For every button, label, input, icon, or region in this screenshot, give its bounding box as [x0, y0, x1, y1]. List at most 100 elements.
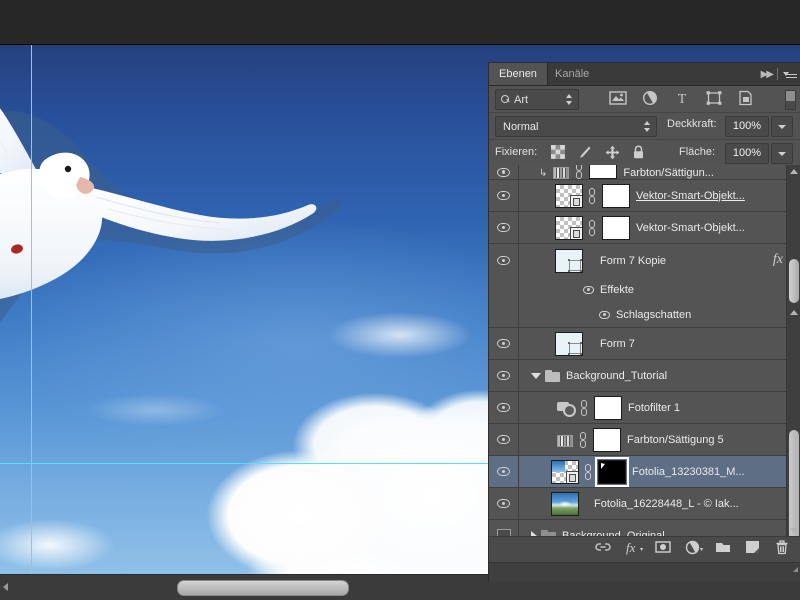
layer-visibility-toggle[interactable] — [489, 392, 519, 423]
layer-row-body[interactable]: ↳ Farbton/Sättigun... — [519, 165, 800, 179]
layer-name[interactable]: Fotofilter 1 — [628, 402, 680, 414]
layer-row-body[interactable]: Fotolia_16228448_L - © Iak... — [519, 488, 800, 519]
layer-visibility-toggle[interactable] — [489, 488, 519, 519]
add-layer-style-icon[interactable]: fx — [625, 540, 644, 556]
layer-filter-row[interactable]: Art T — [489, 86, 800, 113]
layer-thumbnail[interactable] — [555, 215, 583, 240]
layer-row-body[interactable]: Vektor-Smart-Objekt... — [519, 212, 800, 243]
layer-name[interactable]: Vektor-Smart-Objekt... — [636, 190, 745, 202]
filter-smart-object-icon[interactable] — [737, 90, 755, 108]
scroll-mid-arrow-icon[interactable] — [790, 310, 798, 315]
table-row[interactable]: Form 7 — [489, 328, 800, 360]
layer-effects-icon[interactable]: fx — [773, 252, 783, 268]
layer-row-body[interactable]: Form 7 Kopie fx — [519, 244, 800, 277]
layer-row-body[interactable]: Background_Original — [519, 520, 800, 537]
layer-visibility-toggle[interactable] — [489, 456, 519, 487]
layer-name[interactable]: Form 7 Kopie — [600, 255, 666, 267]
layer-row-body[interactable]: Background_Tutorial — [519, 360, 800, 391]
effects-group-label[interactable]: Effekte — [600, 284, 634, 296]
link-icon[interactable] — [580, 399, 589, 416]
eye-icon[interactable] — [583, 285, 594, 294]
tab-kanaele[interactable]: Kanäle — [545, 63, 599, 85]
layer-name[interactable]: Form 7 — [600, 338, 635, 350]
layer-row-body[interactable]: Farbton/Sättigung 5 — [519, 424, 800, 455]
layers-panel-toolbar[interactable]: fx — [489, 536, 800, 582]
link-icon[interactable] — [579, 431, 588, 448]
layer-row-body[interactable]: Fotolia_13230381_M... — [519, 456, 800, 487]
layer-thumbnail[interactable] — [555, 183, 583, 208]
link-layers-icon[interactable] — [595, 540, 611, 556]
filter-shape-layers-icon[interactable] — [705, 90, 723, 108]
table-row[interactable]: Background_Original — [489, 520, 800, 537]
add-layer-mask-icon[interactable] — [655, 540, 671, 556]
layer-visibility-toggle[interactable] — [489, 520, 519, 537]
effect-body[interactable]: Schlagschatten — [519, 302, 800, 327]
table-row[interactable]: Vektor-Smart-Objekt... — [489, 180, 800, 212]
scroll-down-arrow-icon[interactable] — [790, 528, 798, 533]
link-icon[interactable] — [575, 165, 584, 179]
table-row[interactable]: Fotolia_16228448_L - © Iak... — [489, 488, 800, 520]
new-adjustment-layer-icon[interactable] — [685, 540, 704, 556]
layer-visibility-toggle[interactable] — [489, 212, 519, 243]
table-row[interactable]: ↳ Farbton/Sättigun... — [489, 165, 800, 180]
scroll-up-arrow-icon[interactable] — [790, 169, 798, 174]
table-row[interactable]: Fotofilter 1 — [489, 392, 800, 424]
layers-toolbar-buttons[interactable]: fx — [595, 540, 791, 556]
layer-visibility-toggle[interactable] — [489, 180, 519, 211]
blend-mode-select[interactable]: Normal — [495, 116, 657, 137]
lock-all-icon[interactable] — [632, 145, 647, 160]
chevron-down-icon[interactable] — [531, 372, 541, 379]
link-icon[interactable] — [584, 463, 593, 480]
layer-visibility-toggle[interactable] — [489, 328, 519, 359]
layer-row-body[interactable]: Form 7 — [519, 328, 800, 359]
link-icon[interactable] — [588, 219, 597, 236]
layer-mask-thumbnail[interactable] — [602, 183, 630, 208]
layer-thumbnail[interactable] — [555, 331, 583, 356]
layer-thumbnail[interactable] — [551, 459, 579, 484]
horizontal-scroll-thumb[interactable] — [177, 580, 349, 596]
layer-mask-thumbnail[interactable] — [594, 395, 622, 420]
filter-kind-select[interactable]: Art — [495, 89, 579, 110]
layers-panel[interactable]: Ebenen Kanäle ▶▶ Art T Normal Deckkraft:… — [488, 62, 800, 582]
layer-visibility-toggle[interactable] — [489, 360, 519, 391]
link-icon[interactable] — [588, 187, 597, 204]
filter-pixel-layers-icon[interactable] — [609, 90, 627, 108]
layer-name[interactable]: Farbton/Sättigung 5 — [627, 434, 724, 446]
filter-type-buttons[interactable]: T — [609, 90, 755, 108]
layer-effects-group-row[interactable]: Effekte — [489, 277, 800, 302]
lock-image-pixels-icon[interactable] — [578, 145, 593, 160]
vertical-scroll-thumb-secondary[interactable] — [789, 259, 799, 303]
layer-visibility-toggle[interactable] — [489, 165, 519, 179]
blend-mode-row[interactable]: Normal Deckkraft: 100% — [489, 113, 800, 140]
layers-vertical-scrollbar[interactable] — [786, 165, 800, 545]
table-row[interactable]: Farbton/Sättigung 5 — [489, 424, 800, 456]
lock-row[interactable]: Fixieren: Fläche: 100% — [489, 140, 800, 167]
layer-thumbnail[interactable] — [555, 248, 583, 273]
lock-buttons[interactable] — [551, 145, 647, 160]
layer-name[interactable]: Fotolia_16228448_L - © Iak... — [594, 498, 739, 510]
delete-layer-icon[interactable] — [775, 540, 791, 556]
resize-corner-icon[interactable] — [793, 567, 798, 572]
table-row[interactable]: Fotolia_13230381_M... — [489, 456, 800, 488]
opacity-dropdown-button[interactable] — [771, 116, 793, 137]
layer-mask-thumbnail[interactable] — [593, 427, 621, 452]
layer-mask-thumbnail[interactable] — [602, 215, 630, 240]
table-row[interactable]: Background_Tutorial — [489, 360, 800, 392]
layer-effect-row[interactable]: Schlagschatten — [489, 302, 800, 328]
lock-transparent-pixels-icon[interactable] — [551, 145, 566, 160]
collapse-panel-icon[interactable]: ▶▶ — [761, 69, 774, 80]
layer-name[interactable]: Farbton/Sättigun... — [623, 167, 714, 179]
chevron-updown-icon[interactable] — [644, 121, 651, 132]
layer-row-body[interactable]: Vektor-Smart-Objekt... — [519, 180, 800, 211]
layer-name[interactable]: Fotolia_13230381_M... — [632, 466, 745, 478]
layer-row-body[interactable]: Fotofilter 1 — [519, 392, 800, 423]
guide-vertical[interactable] — [31, 45, 32, 574]
filter-type-layers-icon[interactable]: T — [673, 90, 691, 108]
opacity-input[interactable]: 100% — [725, 116, 769, 137]
effects-group-body[interactable]: Effekte — [519, 277, 800, 302]
new-layer-icon[interactable] — [745, 540, 761, 556]
eye-icon[interactable] — [599, 310, 610, 319]
tab-ebenen[interactable]: Ebenen — [489, 63, 548, 85]
filter-enable-toggle[interactable] — [785, 90, 796, 110]
panel-menu-icon[interactable] — [783, 69, 797, 79]
